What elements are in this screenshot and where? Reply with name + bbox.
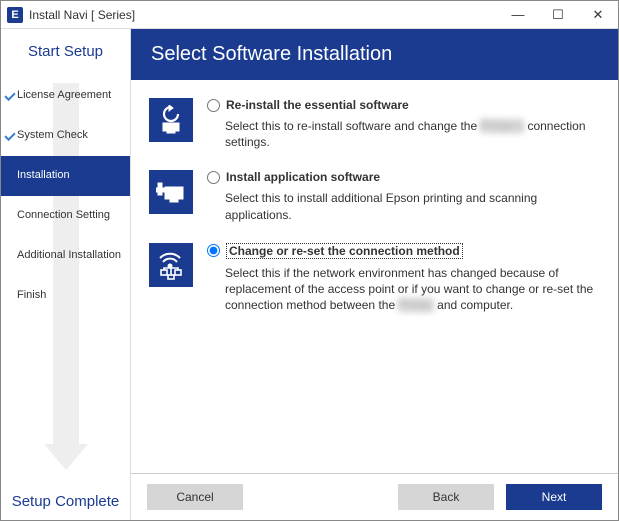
option-description: Select this to re-install software and c… <box>225 118 600 150</box>
option-desc-post: and computer. <box>434 298 513 312</box>
option-desc-pre: Select this to install additional Epson … <box>225 191 537 221</box>
sidebar-step-label: Connection Setting <box>17 209 110 222</box>
sidebar-step: Finish <box>1 276 130 316</box>
network-icon <box>149 243 193 287</box>
back-button[interactable]: Back <box>398 484 494 510</box>
cancel-button[interactable]: Cancel <box>147 484 243 510</box>
sidebar-step: Additional Installation <box>1 236 130 276</box>
option-content: Install application software Select this … <box>207 170 600 222</box>
sidebar-step: Installation <box>1 156 130 196</box>
option-radio[interactable] <box>207 171 220 184</box>
options-list: Re-install the essential software Select … <box>131 80 618 473</box>
option-description: Select this if the network environment h… <box>225 265 600 314</box>
option-radio[interactable] <box>207 99 220 112</box>
close-button[interactable]: ✕ <box>578 1 618 29</box>
option-content: Change or re-set the connection method Se… <box>207 243 600 314</box>
sidebar-step: License Agreement <box>1 76 130 116</box>
main: Select Software Installation Re-install … <box>131 29 618 520</box>
option-change-connection: Change or re-set the connection method Se… <box>149 243 600 314</box>
option-title: Install application software <box>226 170 380 184</box>
window-title: Install Navi [ Series] <box>29 8 135 22</box>
page-title: Select Software Installation <box>131 29 618 80</box>
option-radio-row[interactable]: Re-install the essential software <box>207 98 600 112</box>
minimize-button[interactable]: — <box>498 1 538 29</box>
option-radio[interactable] <box>207 244 220 257</box>
reinstall-icon <box>149 98 193 142</box>
option-title: Change or re-set the connection method <box>226 243 463 259</box>
sidebar-step: System Check <box>1 116 130 156</box>
sidebar-step-label: System Check <box>17 129 88 142</box>
maximize-button[interactable]: ☐ <box>538 1 578 29</box>
option-description: Select this to install additional Epson … <box>225 190 600 222</box>
sidebar: Start Setup License Agreement System Chec… <box>1 29 131 520</box>
option-content: Re-install the essential software Select … <box>207 98 600 150</box>
option-desc-pre: Select this to re-install software and c… <box>225 119 480 133</box>
sidebar-step-label: Additional Installation <box>17 249 121 262</box>
redacted-text: Printer's <box>480 118 524 134</box>
sidebar-step: Connection Setting <box>1 196 130 236</box>
body: Start Setup License Agreement System Chec… <box>1 29 618 520</box>
option-reinstall: Re-install the essential software Select … <box>149 98 600 150</box>
titlebar: E Install Navi [ Series] — ☐ ✕ <box>1 1 618 29</box>
option-title: Re-install the essential software <box>226 98 409 112</box>
install-app-icon <box>149 170 193 214</box>
steps-list: License Agreement System Check Installatio… <box>1 76 130 316</box>
start-setup-label: Start Setup <box>1 35 130 68</box>
footer: Cancel Back Next <box>131 473 618 520</box>
sidebar-step-label: Installation <box>17 169 70 182</box>
sidebar-step-label: License Agreement <box>17 89 111 102</box>
next-button[interactable]: Next <box>506 484 602 510</box>
option-radio-row[interactable]: Install application software <box>207 170 600 184</box>
app-icon: E <box>7 7 23 23</box>
sidebar-step-label: Finish <box>17 289 46 302</box>
installer-window: E Install Navi [ Series] — ☐ ✕ Start Set… <box>0 0 619 521</box>
window-controls: — ☐ ✕ <box>498 1 618 29</box>
redacted-text: Printer <box>398 297 433 313</box>
setup-complete-label: Setup Complete <box>1 485 130 514</box>
option-install-apps: Install application software Select this … <box>149 170 600 222</box>
option-radio-row[interactable]: Change or re-set the connection method <box>207 243 600 259</box>
